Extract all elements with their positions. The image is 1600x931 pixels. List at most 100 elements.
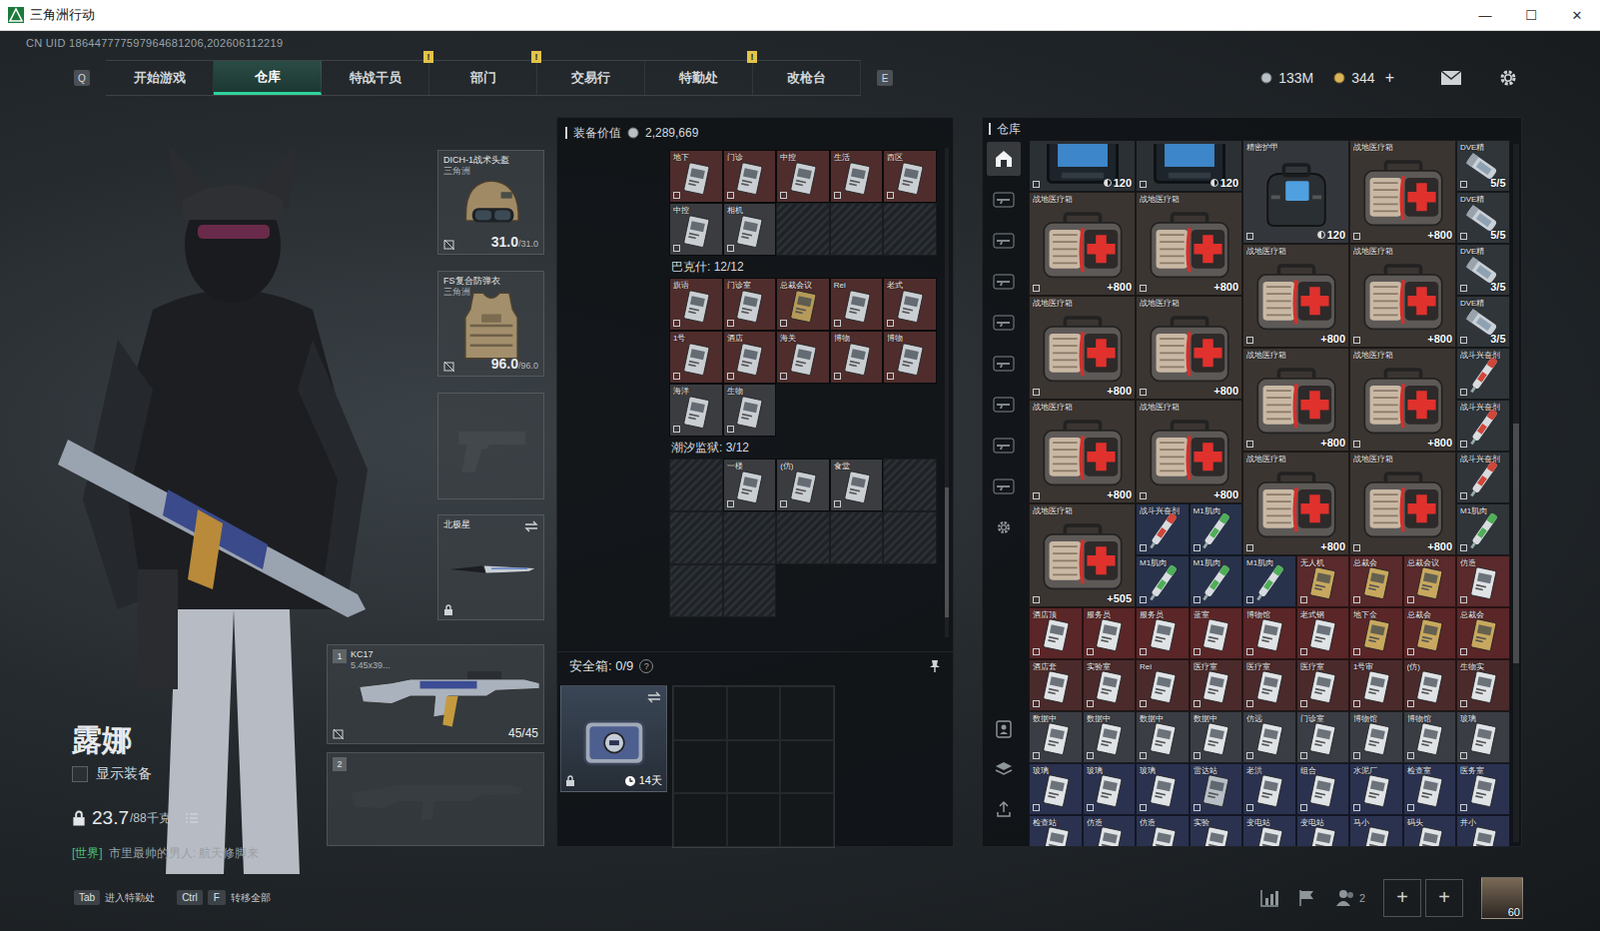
inventory-item[interactable]: 战地医疗箱+800 [1349,347,1457,452]
melee-slot[interactable]: 北极星 [437,514,545,621]
safe-cell[interactable] [727,686,782,741]
container-item[interactable]: 地下 [669,149,724,203]
invite-button[interactable]: + [1425,878,1464,917]
team-button[interactable]: 2 [1335,888,1366,907]
inventory-item[interactable]: 玻璃 [1456,711,1511,764]
nav-tab[interactable]: 改枪台 [753,60,861,95]
inventory-item[interactable]: 战地医疗箱+800 [1028,295,1136,400]
inventory-item[interactable]: 蓝室 [1189,607,1244,660]
inventory-item[interactable]: DVE精5/5 [1456,139,1511,192]
inventory-item[interactable]: 战地医疗箱+800 [1242,347,1350,452]
warehouse-tab[interactable] [986,469,1021,504]
inventory-item[interactable]: 实验室 [1082,659,1137,712]
warehouse-tab[interactable] [986,141,1021,176]
stats-chart-icon[interactable] [1259,888,1280,907]
inventory-item[interactable]: 医务室 [1456,763,1511,815]
container-item[interactable]: 海关 [776,330,830,384]
container-item[interactable]: 食堂 [829,458,884,512]
inventory-item[interactable]: 老式钢 [1296,607,1351,660]
inventory-item[interactable]: 战地医疗箱+800 [1028,399,1136,504]
empty-slot[interactable] [882,202,937,256]
nav-tab[interactable]: 部门! [429,60,538,95]
pistol-slot[interactable] [437,392,545,500]
help-button[interactable]: ? [639,659,654,674]
empty-slot[interactable] [882,511,937,565]
inventory-item[interactable]: 战斗兴奋剂 [1456,451,1511,504]
inventory-item[interactable]: 仿造 [1082,814,1137,846]
safe-cell[interactable] [727,793,782,847]
inventory-item[interactable]: 总裁会 [1456,607,1511,660]
inventory-item[interactable]: 老洪 [1242,763,1297,815]
inventory-item[interactable]: DVE精3/5 [1456,243,1511,296]
inventory-item[interactable]: 总裁会 [1403,607,1458,660]
container-item[interactable]: 博物 [829,330,884,384]
inventory-item[interactable]: 医疗室 [1296,659,1351,712]
pin-icon[interactable] [928,659,941,674]
inventory-item[interactable]: 精密护甲120 [1242,139,1350,244]
empty-slot[interactable] [669,458,724,512]
key-hint[interactable]: Tab进入特勤处 [73,889,155,905]
inventory-item[interactable]: (仿) [1403,659,1458,712]
container-item[interactable]: 相机 [723,202,778,256]
container-item[interactable]: 博物 [882,330,937,384]
nav-tab[interactable]: 特战干员! [321,60,430,95]
warehouse-tab[interactable] [986,428,1021,463]
safe-cell[interactable] [673,686,728,741]
inventory-item[interactable]: 战地医疗箱+800 [1135,295,1243,400]
container-item[interactable]: 门诊室 [723,277,778,331]
inventory-item[interactable]: 1号审 [1349,659,1404,712]
inventory-item[interactable]: 总裁会议 [1403,555,1458,608]
inventory-item[interactable]: DVE精5/5 [1456,191,1511,244]
inventory-item[interactable]: 战斗兴奋剂 [1456,347,1511,400]
container-item[interactable]: 门诊 [723,149,778,203]
inventory-item[interactable]: M1肌肉 [1456,503,1511,556]
container-item[interactable]: Rei [829,277,884,331]
helmet-slot[interactable]: DICH-1战术头盔三角洲31.0/31.0 [437,149,545,255]
container-item[interactable]: 生活 [829,149,884,203]
checkbox[interactable] [71,766,88,783]
inventory-item[interactable]: 120 [1028,139,1136,192]
gear-icon[interactable] [1498,67,1519,88]
inventory-item[interactable]: 战地医疗箱+800 [1349,243,1457,348]
inventory-item[interactable]: 博物馆 [1242,607,1297,660]
add-currency-button[interactable]: + [1385,68,1395,87]
container-item[interactable]: 西区 [882,149,937,203]
empty-slot[interactable] [829,511,884,565]
inventory-item[interactable]: 生物实 [1456,659,1511,712]
inventory-item[interactable]: 仿造 [1456,555,1511,608]
inventory-item[interactable]: 玻璃 [1135,763,1190,815]
inventory-item[interactable]: 数据中 [1189,711,1244,764]
inventory-item[interactable]: 雷达站 [1189,763,1244,815]
inventory-item[interactable]: Rei [1135,659,1190,712]
inventory-item[interactable]: 服务员 [1082,607,1137,660]
inventory-item[interactable]: 战地医疗箱+800 [1242,451,1350,556]
inventory-item[interactable]: 仿远 [1242,711,1297,764]
container-item[interactable]: 旗语 [669,277,724,331]
inventory-item[interactable]: 地下金 [1349,607,1404,660]
inventory-item[interactable]: 医疗室 [1189,659,1244,712]
inventory-item[interactable]: 仿造 [1135,814,1190,846]
inventory-item[interactable]: 总裁会 [1349,555,1404,608]
container-item[interactable]: 老式 [882,277,937,331]
inventory-item[interactable]: 无人机 [1296,555,1351,608]
inventory-item[interactable]: 服务员 [1135,607,1190,660]
inventory-item[interactable]: 井小 [1456,814,1511,846]
list-icon[interactable] [184,811,199,824]
inventory-item[interactable]: 医疗室 [1242,659,1297,712]
swap-icon[interactable] [647,691,662,704]
inventory-item[interactable]: 水泥厂 [1349,763,1404,815]
inventory-item[interactable]: 战地医疗箱+800 [1135,399,1243,504]
inventory-item[interactable]: 门诊室 [1296,711,1351,764]
key-hint[interactable]: CtrlF转移全部 [176,889,271,905]
player-avatar[interactable]: 60 [1481,876,1524,919]
inventory-item[interactable]: 变电站 [1242,814,1297,846]
inventory-item[interactable]: 博物馆 [1349,711,1404,764]
empty-slot[interactable] [723,511,778,565]
inventory-item[interactable]: M1肌肉 [1135,555,1190,608]
safe-cell[interactable] [673,740,728,795]
inventory-item[interactable]: 战地医疗箱+800 [1242,243,1350,348]
inventory-item[interactable]: 实验 [1189,814,1244,846]
inventory-item[interactable]: 数据中 [1135,711,1190,764]
container-item[interactable]: 总裁会议 [776,277,830,331]
inventory-item[interactable]: 酒店顶 [1028,607,1083,660]
